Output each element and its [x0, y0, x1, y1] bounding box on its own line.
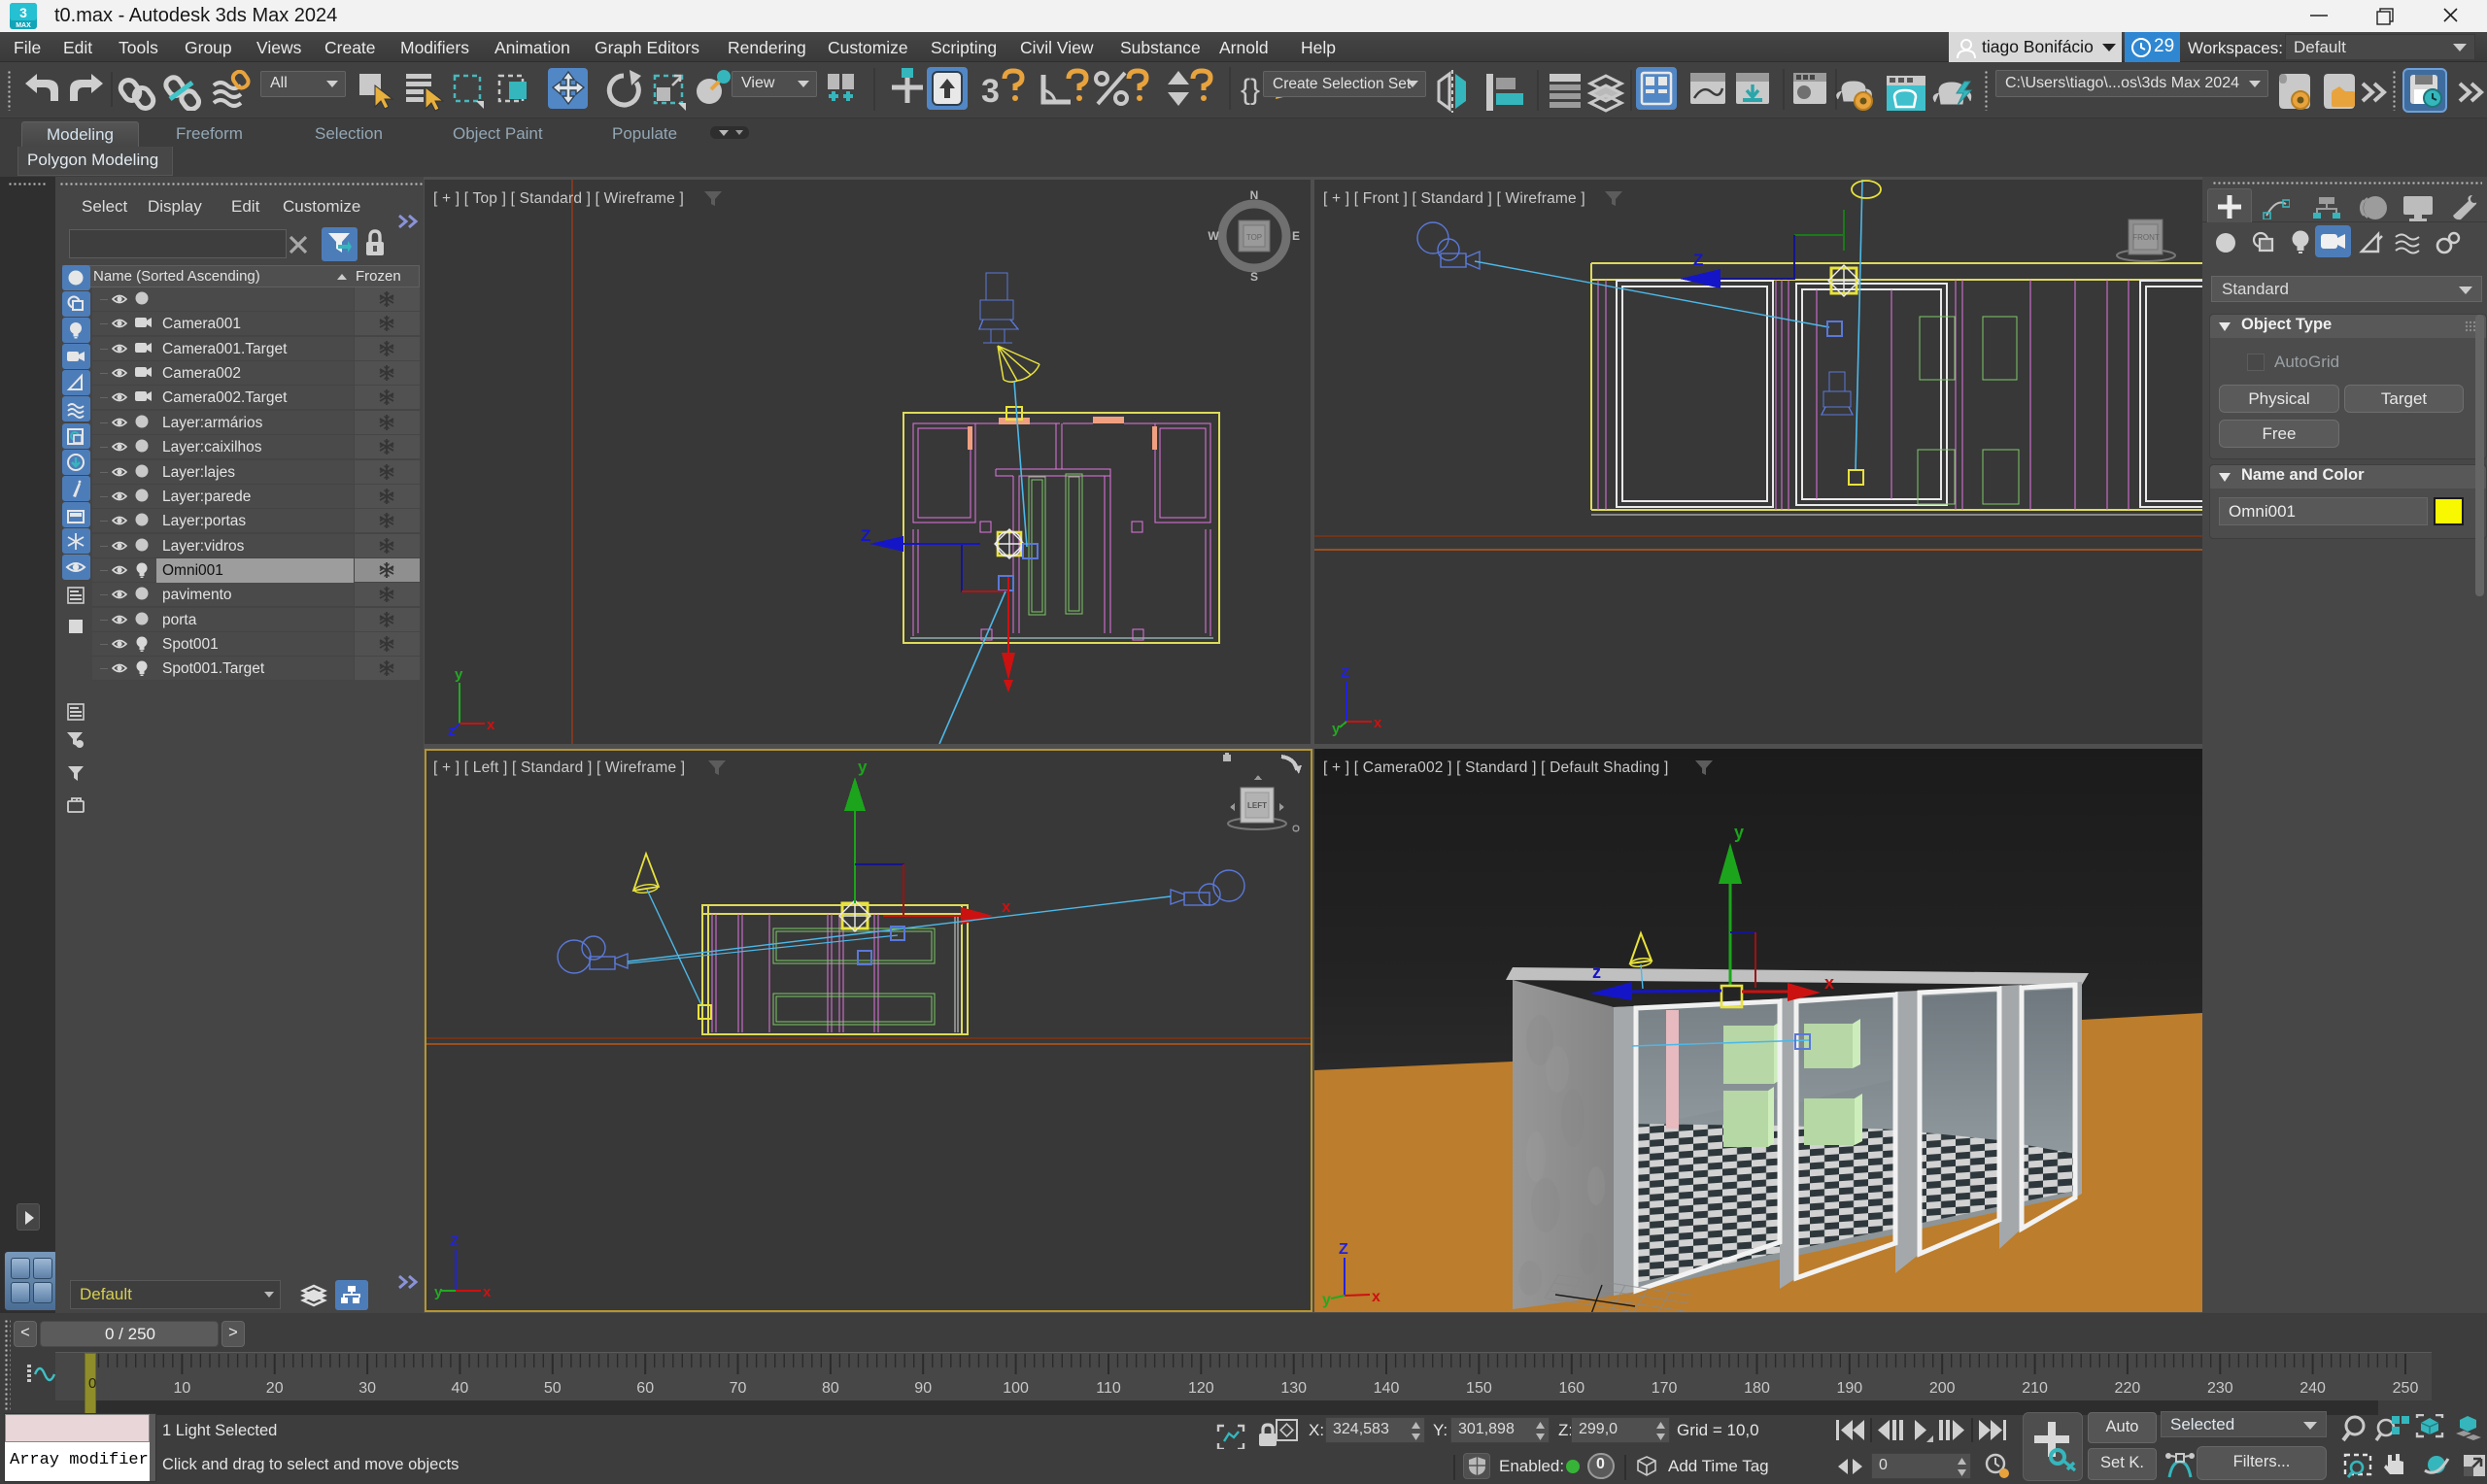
svg-text:150: 150 — [1466, 1380, 1492, 1397]
svg-text:110: 110 — [1096, 1380, 1121, 1397]
svg-text:120: 120 — [1188, 1380, 1214, 1397]
svg-text:Z: Z — [450, 1233, 459, 1250]
svg-text:200: 200 — [1929, 1380, 1956, 1397]
svg-text:180: 180 — [1744, 1380, 1770, 1397]
svg-text:y: y — [455, 666, 463, 683]
svg-text:Z: Z — [1693, 251, 1703, 269]
svg-text:x: x — [1824, 973, 1834, 993]
svg-text:30: 30 — [358, 1380, 376, 1397]
svg-text:y: y — [434, 1284, 443, 1300]
svg-text:x: x — [1374, 715, 1382, 731]
svg-text:240: 240 — [2300, 1380, 2326, 1397]
svg-text:E: E — [1292, 229, 1300, 243]
svg-text:x: x — [1002, 897, 1011, 916]
svg-text:LEFT: LEFT — [1247, 801, 1267, 810]
svg-text:130: 130 — [1280, 1380, 1307, 1397]
svg-text:100: 100 — [1003, 1380, 1029, 1397]
svg-text:Z: Z — [1341, 664, 1349, 681]
svg-text:90: 90 — [914, 1380, 932, 1397]
svg-text:80: 80 — [822, 1380, 839, 1397]
svg-text:140: 140 — [1374, 1380, 1400, 1397]
svg-text:10: 10 — [174, 1380, 191, 1397]
svg-text:50: 50 — [544, 1380, 562, 1397]
svg-text:y: y — [1332, 721, 1341, 737]
svg-text:FRONT: FRONT — [2132, 233, 2160, 242]
svg-text:40: 40 — [452, 1380, 469, 1397]
svg-text:3: 3 — [981, 73, 1000, 110]
svg-text:220: 220 — [2115, 1380, 2141, 1397]
svg-text:20: 20 — [266, 1380, 284, 1397]
svg-text:230: 230 — [2207, 1380, 2233, 1397]
svg-text:S: S — [1250, 270, 1258, 284]
svg-text:60: 60 — [636, 1380, 654, 1397]
svg-text:170: 170 — [1652, 1380, 1678, 1397]
svg-text:160: 160 — [1558, 1380, 1584, 1397]
svg-text:y: y — [858, 758, 868, 776]
svg-text:TOP: TOP — [1246, 233, 1262, 242]
svg-text:3: 3 — [19, 5, 27, 20]
svg-text:x: x — [483, 1284, 492, 1300]
svg-text:190: 190 — [1836, 1380, 1862, 1397]
svg-text:x: x — [487, 717, 495, 733]
svg-text:N: N — [1250, 188, 1259, 202]
svg-text:70: 70 — [730, 1380, 747, 1397]
svg-text:210: 210 — [2022, 1380, 2048, 1397]
svg-text:W: W — [1208, 229, 1219, 243]
svg-text:MAX: MAX — [16, 22, 31, 29]
svg-text:x: x — [1372, 1289, 1380, 1305]
svg-text:{}: {} — [1241, 74, 1260, 106]
svg-text:250: 250 — [2393, 1380, 2419, 1397]
svg-text:y: y — [1734, 823, 1744, 842]
svg-text:z: z — [1592, 962, 1601, 982]
svg-text:Z: Z — [1339, 1241, 1348, 1258]
svg-text:Z: Z — [861, 526, 870, 545]
svg-text:y: y — [1322, 1292, 1331, 1308]
svg-text:z: z — [448, 723, 456, 739]
